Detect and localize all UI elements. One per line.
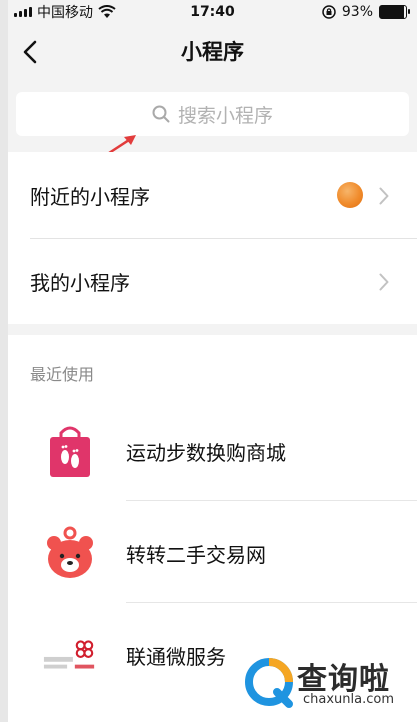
search-input[interactable]: 搜索小程序 [16,92,409,136]
nav-bar: 小程序 [8,24,417,80]
left-edge-strip [0,0,8,722]
watermark: 查询啦 chaxunla.com [239,652,411,714]
app-name: 联通微服务 [126,645,226,669]
menu-card: 附近的小程序 我的小程序 [8,152,417,324]
chevron-right-icon [379,187,389,205]
search-section: 搜索小程序 [8,86,417,148]
orientation-lock-icon [322,5,336,19]
battery-percent: 93% [341,4,373,20]
search-placeholder: 搜索小程序 [177,104,273,127]
menu-item-label: 附近的小程序 [30,184,150,209]
page-title: 小程序 [181,40,244,64]
menu-item-label: 我的小程序 [30,270,130,295]
watermark-logo-icon [245,658,293,708]
list-item-app[interactable]: 运动步数换购商城 [8,399,417,501]
list-item-app[interactable]: 转转二手交易网 [8,501,417,603]
watermark-url: chaxunla.com [303,692,394,707]
bear-face-icon [42,525,98,581]
app-name: 转转二手交易网 [126,543,266,567]
status-right: 93% [322,4,410,20]
section-header: 最近使用 [30,365,95,384]
china-unicom-logo-icon [42,627,98,683]
status-bar: 中国移动 17:40 93% [8,0,417,24]
battery-level [380,6,405,18]
nearby-app-thumb [337,182,363,208]
menu-item-mine[interactable]: 我的小程序 [8,238,417,324]
search-icon [152,105,170,123]
chevron-right-icon [379,273,389,291]
app-name: 运动步数换购商城 [126,441,286,465]
shopping-bag-footprint-icon [42,423,98,479]
menu-item-nearby[interactable]: 附近的小程序 [8,152,417,238]
battery-icon [379,5,410,19]
